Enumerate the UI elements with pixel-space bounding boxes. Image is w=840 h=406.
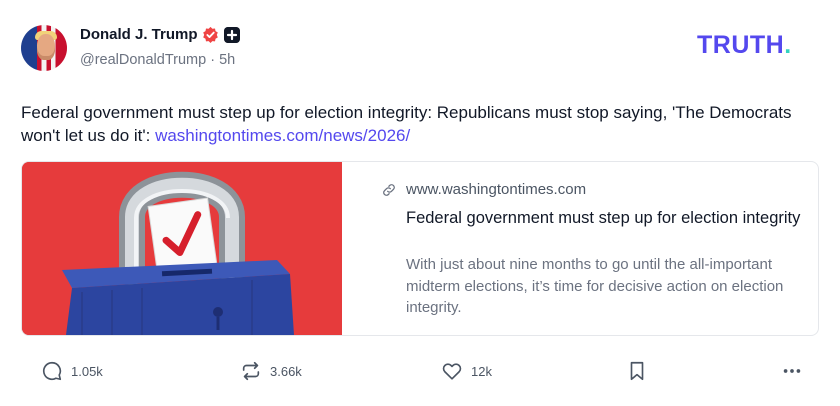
author-avatar[interactable]	[21, 25, 67, 71]
reply-icon	[42, 361, 62, 381]
more-options-button[interactable]	[781, 359, 803, 383]
bookmark-button[interactable]	[626, 359, 648, 383]
logo-dot: .	[784, 31, 792, 59]
bookmark-icon	[630, 361, 644, 381]
retruth-count: 3.66k	[270, 363, 302, 379]
link-icon	[383, 184, 395, 196]
post-text: Federal government must step up for elec…	[21, 101, 811, 147]
link-preview-description: With just about nine months to go until …	[406, 256, 784, 316]
more-dots-icon	[783, 369, 801, 373]
reply-button[interactable]: 1.05k	[41, 359, 103, 383]
verified-badge-icon	[203, 26, 218, 43]
author-display-name[interactable]: Donald J. Trump	[80, 26, 198, 43]
like-button[interactable]: 12k	[441, 359, 492, 383]
avatar-face	[37, 34, 55, 60]
link-preview-card[interactable]: www.washingtontimes.com Federal governme…	[21, 161, 819, 336]
link-preview-title: Federal government must step up for elec…	[406, 209, 801, 227]
padlock-ballot-box-icon	[22, 162, 342, 335]
heart-icon	[442, 363, 462, 380]
post-link[interactable]: washingtontimes.com/news/2026/	[155, 126, 410, 145]
author-handle-timestamp[interactable]: @realDonaldTrump · 5h	[80, 52, 235, 68]
reply-count: 1.05k	[71, 363, 103, 379]
truth-social-logo[interactable]: TRUTH.	[697, 33, 792, 58]
retruth-icon	[242, 361, 260, 381]
like-count: 12k	[471, 363, 492, 379]
link-preview-domain: www.washingtontimes.com	[406, 181, 587, 198]
logo-text: TRUTH	[697, 31, 785, 59]
link-preview-body[interactable]: www.washingtontimes.com Federal governme…	[362, 162, 818, 335]
retruth-button[interactable]: 3.66k	[240, 359, 302, 383]
plus-badge-icon	[224, 27, 240, 43]
link-preview-image[interactable]	[22, 162, 342, 335]
